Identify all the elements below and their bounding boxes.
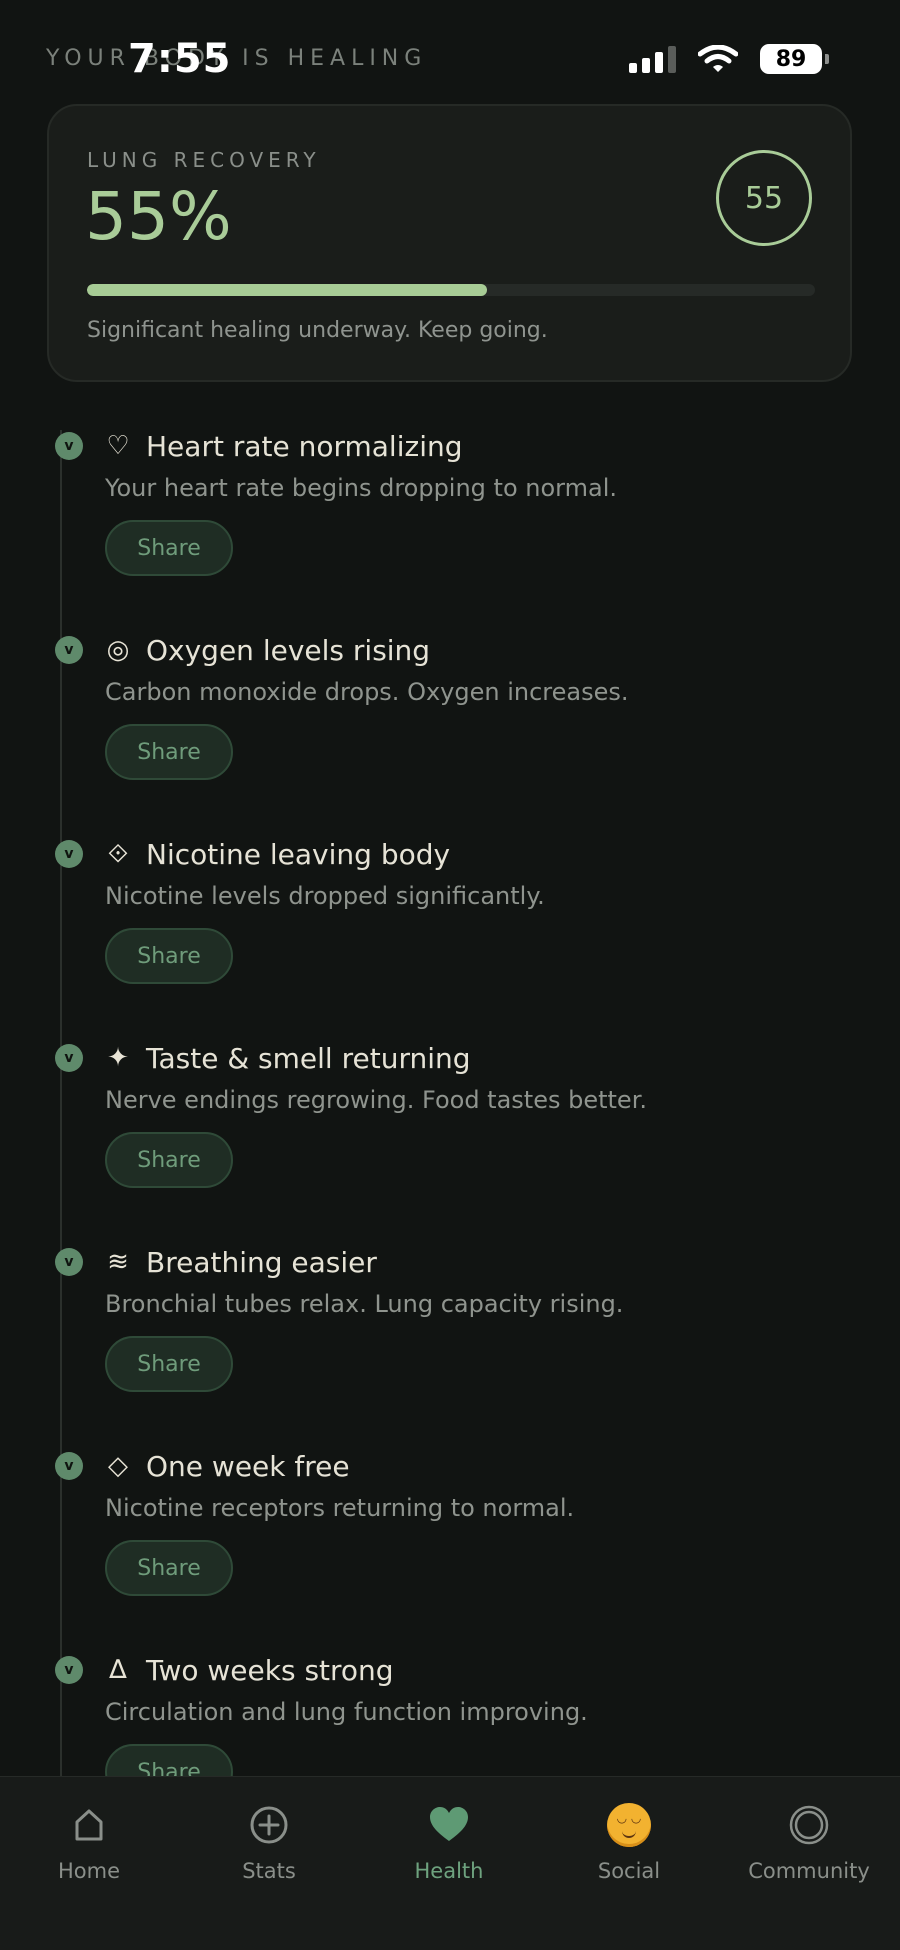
check-dot: v xyxy=(55,1656,83,1684)
diamond-dot-icon: ⟐ xyxy=(107,838,129,869)
milestone-description: Carbon monoxide drops. Oxygen increases. xyxy=(105,678,629,706)
tab-home[interactable]: Home xyxy=(9,1797,169,1883)
cellular-signal-icon xyxy=(629,45,676,73)
card-caption: Significant healing underway. Keep going… xyxy=(87,318,548,343)
ring-icon xyxy=(789,1805,829,1845)
share-button[interactable]: Share xyxy=(105,928,233,984)
tab-label: Health xyxy=(414,1859,484,1883)
target-circle-icon: ◎ xyxy=(106,635,130,665)
tab-community[interactable]: Community xyxy=(729,1797,889,1883)
milestone-description: Circulation and lung function improving. xyxy=(105,1698,588,1726)
milestone-description: Your heart rate begins dropping to norma… xyxy=(105,474,617,502)
ring-value: 55 xyxy=(744,180,784,216)
milestone-item: v ≋ Breathing easier Bronchial tubes rela… xyxy=(0,1236,900,1436)
bottom-tab-bar: Home Stats Health Social xyxy=(0,1776,900,1950)
check-dot: v xyxy=(55,1248,83,1276)
milestone-title: One week free xyxy=(146,1449,350,1483)
share-button[interactable]: Share xyxy=(105,1132,233,1188)
milestone-item: v ◇ One week free Nicotine receptors retu… xyxy=(0,1440,900,1640)
triangle-icon: ∆ xyxy=(109,1655,127,1685)
wifi-icon xyxy=(698,45,738,72)
milestone-title: Two weeks strong xyxy=(146,1653,394,1687)
recovery-percent: 55% xyxy=(85,178,232,255)
status-indicators: 89 xyxy=(629,44,829,74)
tab-label: Social xyxy=(597,1859,661,1883)
check-dot: v xyxy=(55,1044,83,1072)
milestone-title: Taste & smell returning xyxy=(146,1041,471,1075)
section-eyebrow: YOUR BODY IS HEALING xyxy=(46,46,428,71)
progress-track xyxy=(87,284,815,296)
battery-level: 89 xyxy=(775,46,807,72)
milestone-item: v ⟐ Nicotine leaving body Nicotine levels… xyxy=(0,828,900,1028)
tab-label: Stats xyxy=(242,1859,296,1883)
status-time: 7:55 xyxy=(128,36,232,82)
tab-label: Community xyxy=(748,1859,870,1883)
milestone-item: v ✦ Taste & smell returning Nerve endings… xyxy=(0,1032,900,1232)
heart-outline-icon: ♡ xyxy=(106,431,130,461)
milestone-title: Oxygen levels rising xyxy=(146,633,431,667)
check-dot: v xyxy=(55,1452,83,1480)
milestone-title: Heart rate normalizing xyxy=(146,429,463,463)
milestone-description: Nicotine levels dropped significantly. xyxy=(105,882,545,910)
milestone-description: Nicotine receptors returning to normal. xyxy=(105,1494,575,1522)
progress-fill xyxy=(87,284,488,296)
share-button[interactable]: Share xyxy=(105,724,233,780)
smiling-face-icon xyxy=(607,1803,651,1847)
share-button[interactable]: Share xyxy=(105,1540,233,1596)
milestone-description: Bronchial tubes relax. Lung capacity ris… xyxy=(105,1290,624,1318)
home-icon xyxy=(75,1809,103,1841)
plus-circle-icon xyxy=(250,1806,288,1844)
card-label: LUNG RECOVERY xyxy=(87,148,321,172)
lung-recovery-card: LUNG RECOVERY 55% 55 Significant healing… xyxy=(47,104,852,382)
check-dot: v xyxy=(55,636,83,664)
tab-label: Home xyxy=(57,1859,120,1883)
milestone-item: v ♡ Heart rate normalizing Your heart rat… xyxy=(0,420,900,620)
share-button[interactable]: Share xyxy=(105,520,233,576)
heart-icon xyxy=(430,1807,468,1841)
tab-social[interactable]: Social xyxy=(549,1797,709,1883)
wave-lines-icon: ≋ xyxy=(107,1247,129,1277)
diamond-outline-icon: ◇ xyxy=(108,1451,128,1481)
tab-health[interactable]: Health xyxy=(369,1797,529,1883)
share-button[interactable]: Share xyxy=(105,1336,233,1392)
check-dot: v xyxy=(55,432,83,460)
recovery-ring: 55 xyxy=(716,150,812,246)
check-dot: v xyxy=(55,840,83,868)
milestone-title: Breathing easier xyxy=(146,1245,377,1279)
sparkle-icon: ✦ xyxy=(107,1043,129,1073)
health-screen: YOUR BODY IS HEALING 7:55 89 LUNG RECOVE… xyxy=(0,0,900,1950)
battery-icon: 89 xyxy=(760,44,829,74)
milestone-title: Nicotine leaving body xyxy=(146,837,451,871)
milestone-item: v ◎ Oxygen levels rising Carbon monoxide … xyxy=(0,624,900,824)
milestone-description: Nerve endings regrowing. Food tastes bet… xyxy=(105,1086,647,1114)
tab-stats[interactable]: Stats xyxy=(189,1797,349,1883)
